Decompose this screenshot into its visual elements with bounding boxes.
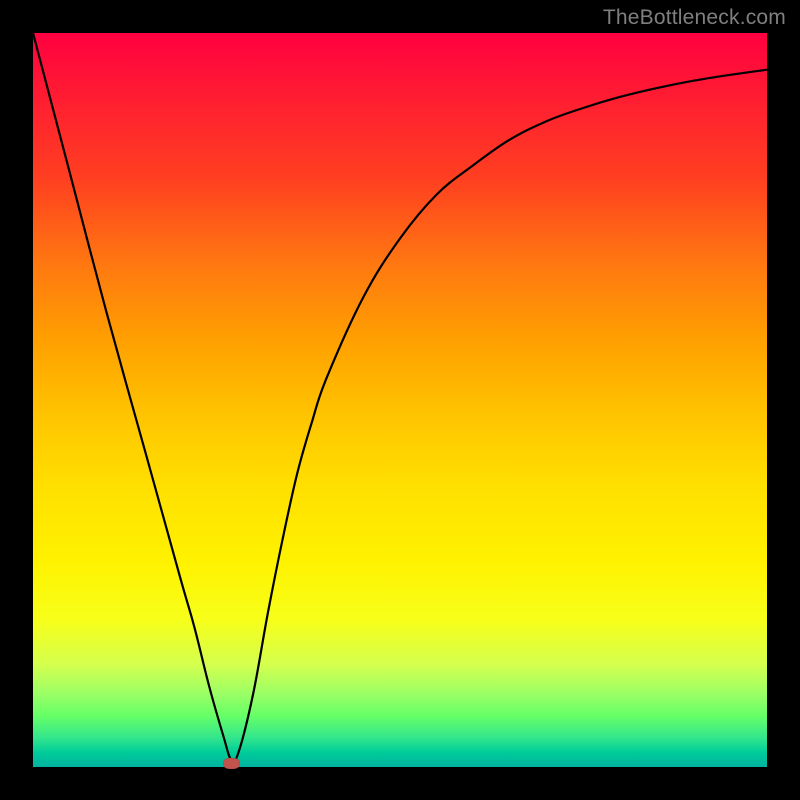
watermark-text: TheBottleneck.com bbox=[603, 6, 786, 30]
optimum-marker bbox=[223, 758, 240, 769]
curve-layer bbox=[33, 33, 767, 767]
bottleneck-curve bbox=[33, 33, 767, 762]
chart-frame: TheBottleneck.com bbox=[0, 0, 800, 800]
plot-area bbox=[33, 33, 767, 767]
